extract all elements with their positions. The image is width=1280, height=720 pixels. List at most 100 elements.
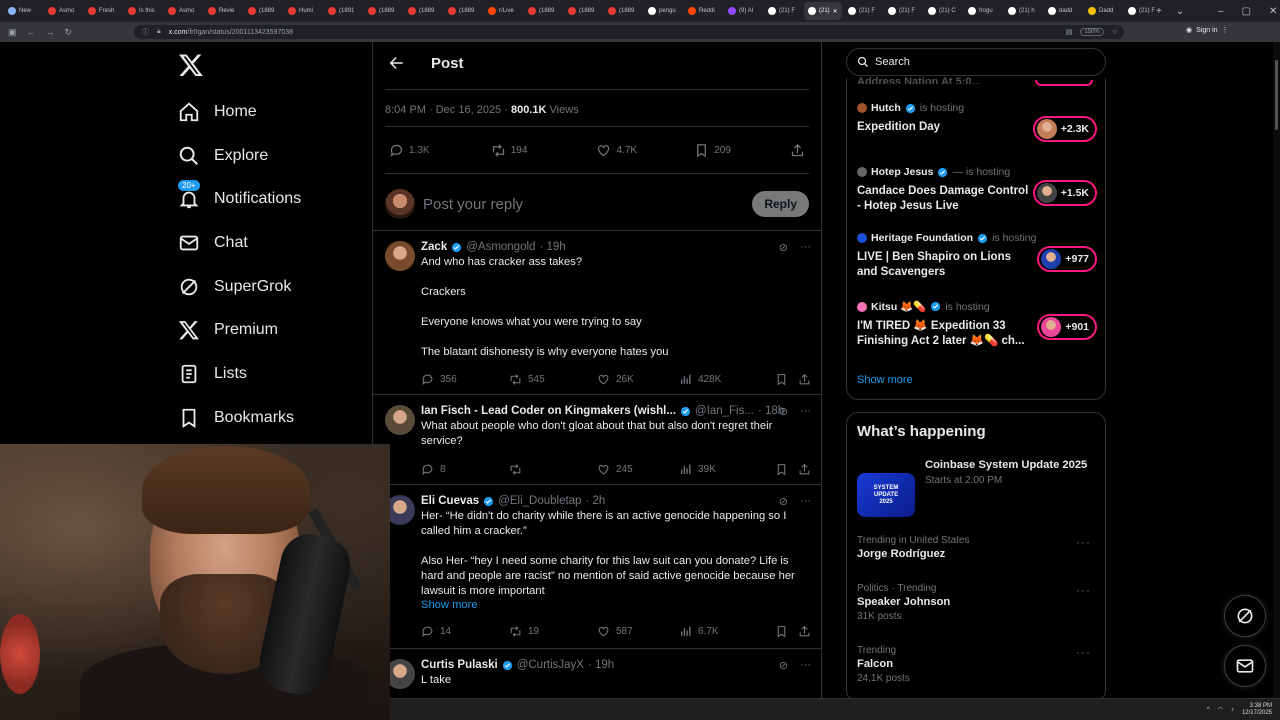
network-icon[interactable]: ◠ [1218,706,1223,713]
more-options-icon[interactable]: ··· [1076,535,1091,549]
bookmark-action[interactable] [775,463,788,476]
browser-tab[interactable]: r/Live [484,2,522,20]
repost-action[interactable]: 545 [509,373,597,386]
reply-button[interactable]: Reply [752,191,809,217]
reply-time[interactable]: · 19h [588,659,614,671]
avatar[interactable] [385,241,415,271]
sidebar-item-premium[interactable]: Premium [178,308,378,352]
reply-time[interactable]: · 2h [585,495,605,507]
browser-tab[interactable]: (1889 [604,2,642,20]
messages-floating-button[interactable] [1224,645,1266,687]
reply-action[interactable]: 14 [421,625,509,638]
more-options-icon[interactable]: ··· [800,495,811,508]
browser-tab[interactable]: (21) C [924,2,962,20]
browser-tab[interactable]: Reddi [684,2,722,20]
show-more-link[interactable]: Show more [857,374,913,386]
views-action[interactable]: 39K [679,463,771,476]
browser-tab[interactable]: dadd [1044,2,1082,20]
share-action[interactable] [798,373,811,386]
author-name[interactable]: Ian Fisch - Lead Coder on Kingmakers (wi… [421,405,676,417]
zoom-indicator[interactable]: 150% [1080,28,1104,36]
reply-tweet[interactable]: Eli Cuevas @Eli_Doubletap · 2h Her- “He did… [373,484,821,648]
like-action[interactable]: 26K [597,373,679,386]
browser-tab[interactable]: (1889 [444,2,482,20]
reply-action[interactable]: 1.3K [385,143,491,158]
browser-tab[interactable]: frogu [964,2,1002,20]
live-item[interactable]: Hotep Jesus — is hosting Candace Does Dama… [857,166,1097,214]
trend-item[interactable]: Trending Falcon 24.1K posts ··· [857,645,1097,684]
reply-input[interactable]: Post your reply [423,196,744,213]
sidebar-toggle-icon[interactable]: ▣ [8,27,17,38]
browser-tab[interactable]: (21) ✕ [804,2,842,20]
browser-tab[interactable]: Fresh [84,2,122,20]
share-action[interactable] [790,143,809,158]
browser-tab[interactable]: (21) F [764,2,802,20]
more-options-icon[interactable]: ··· [1076,583,1091,597]
browser-tab[interactable]: (21) h [1004,2,1042,20]
close-tab-icon[interactable]: ✕ [833,8,838,15]
browser-tab[interactable]: (1889 [524,2,562,20]
browser-tab[interactable]: Asmo [164,2,202,20]
like-action[interactable]: 245 [597,463,679,476]
bookmark-action[interactable]: 209 [694,143,790,158]
minimize-icon[interactable]: – [1218,6,1224,17]
more-options-icon[interactable]: ··· [800,659,811,672]
browser-tab[interactable]: (1891 [324,2,362,20]
views-action[interactable]: 6.7K [679,625,771,638]
live-listeners-pill[interactable]: +977 [1037,246,1097,272]
forward-icon[interactable]: → [46,27,55,37]
live-listeners-pill[interactable]: +1.5K [1032,180,1097,206]
tray-arrow-icon[interactable]: ^ [1207,707,1210,713]
browser-tab[interactable]: (1889 [364,2,402,20]
trend-item[interactable]: Trending in United States Jorge Rodríguez… [857,535,1097,560]
browser-tab[interactable]: New [4,2,42,20]
reload-icon[interactable]: ↻ [65,27,73,38]
like-action[interactable]: 587 [597,625,679,638]
repost-action[interactable]: 194 [491,143,597,158]
more-options-icon[interactable]: ··· [800,405,811,418]
tab-list-icon[interactable]: ⌄ [1176,6,1184,17]
trend-item[interactable]: Politics · Trending Speaker Johnson 31K po… [857,583,1097,622]
back-arrow-icon[interactable] [387,54,405,72]
browser-tab[interactable]: Revie [204,2,242,20]
bookmark-action[interactable] [775,625,788,638]
author-name[interactable]: Curtis Pulaski [421,659,498,671]
more-options-icon[interactable]: ··· [800,241,811,254]
repost-action[interactable]: 19 [509,625,597,638]
close-window-icon[interactable]: ✕ [1269,6,1277,17]
browser-tab[interactable]: (21) F [844,2,882,20]
share-action[interactable] [798,625,811,638]
reply-tweet[interactable]: Zack @Asmongold · 19h And who has cracker a… [373,230,821,394]
grok-explain-icon[interactable]: ⊘ [779,659,788,672]
author-name[interactable]: Eli Cuevas [421,495,479,507]
volume-icon[interactable]: ♪ [1231,707,1234,713]
x-logo-icon[interactable] [178,52,204,78]
author-handle[interactable]: @Ian_Fis... [695,405,754,417]
author-name[interactable]: Zack [421,241,447,253]
browser-tab[interactable]: pengu [644,2,682,20]
sidebar-item-home[interactable]: Home [178,90,378,134]
site-info-icon[interactable]: ⓘ [142,27,149,37]
reader-icon[interactable]: ▤ [1066,28,1073,36]
browser-tab[interactable]: (1889 [404,2,442,20]
page-scrollbar[interactable] [1273,42,1280,698]
star-icon[interactable]: ☆ [1112,28,1118,36]
grok-explain-icon[interactable]: ⊘ [779,241,788,254]
sidebar-item-notifications[interactable]: 20+ Notifications [178,177,378,221]
reply-action[interactable]: 8 [421,463,509,476]
browser-tab[interactable]: (1889 [244,2,282,20]
browser-tab[interactable]: Is this [124,2,162,20]
author-handle[interactable]: @Asmongold [466,241,535,253]
more-options-icon[interactable]: ··· [1076,645,1091,659]
show-more-link[interactable]: Show more [421,599,811,611]
author-handle[interactable]: @CurtisJayX [517,659,584,671]
browser-tab[interactable]: Asmo [44,2,82,20]
url-field[interactable]: ⓘ 🔒︎ x.com/fr0gan/status/200111342359703… [134,25,1124,39]
sidebar-item-supergrok[interactable]: SuperGrok [178,265,378,309]
live-listeners-pill[interactable]: +2.3K [1032,116,1097,142]
back-icon[interactable]: ← [27,27,36,37]
avatar[interactable] [385,405,415,435]
sidebar-item-bookmarks[interactable]: Bookmarks [178,396,378,440]
scrollbar-thumb[interactable] [1275,60,1278,130]
new-tab-icon[interactable]: + [1156,6,1162,17]
